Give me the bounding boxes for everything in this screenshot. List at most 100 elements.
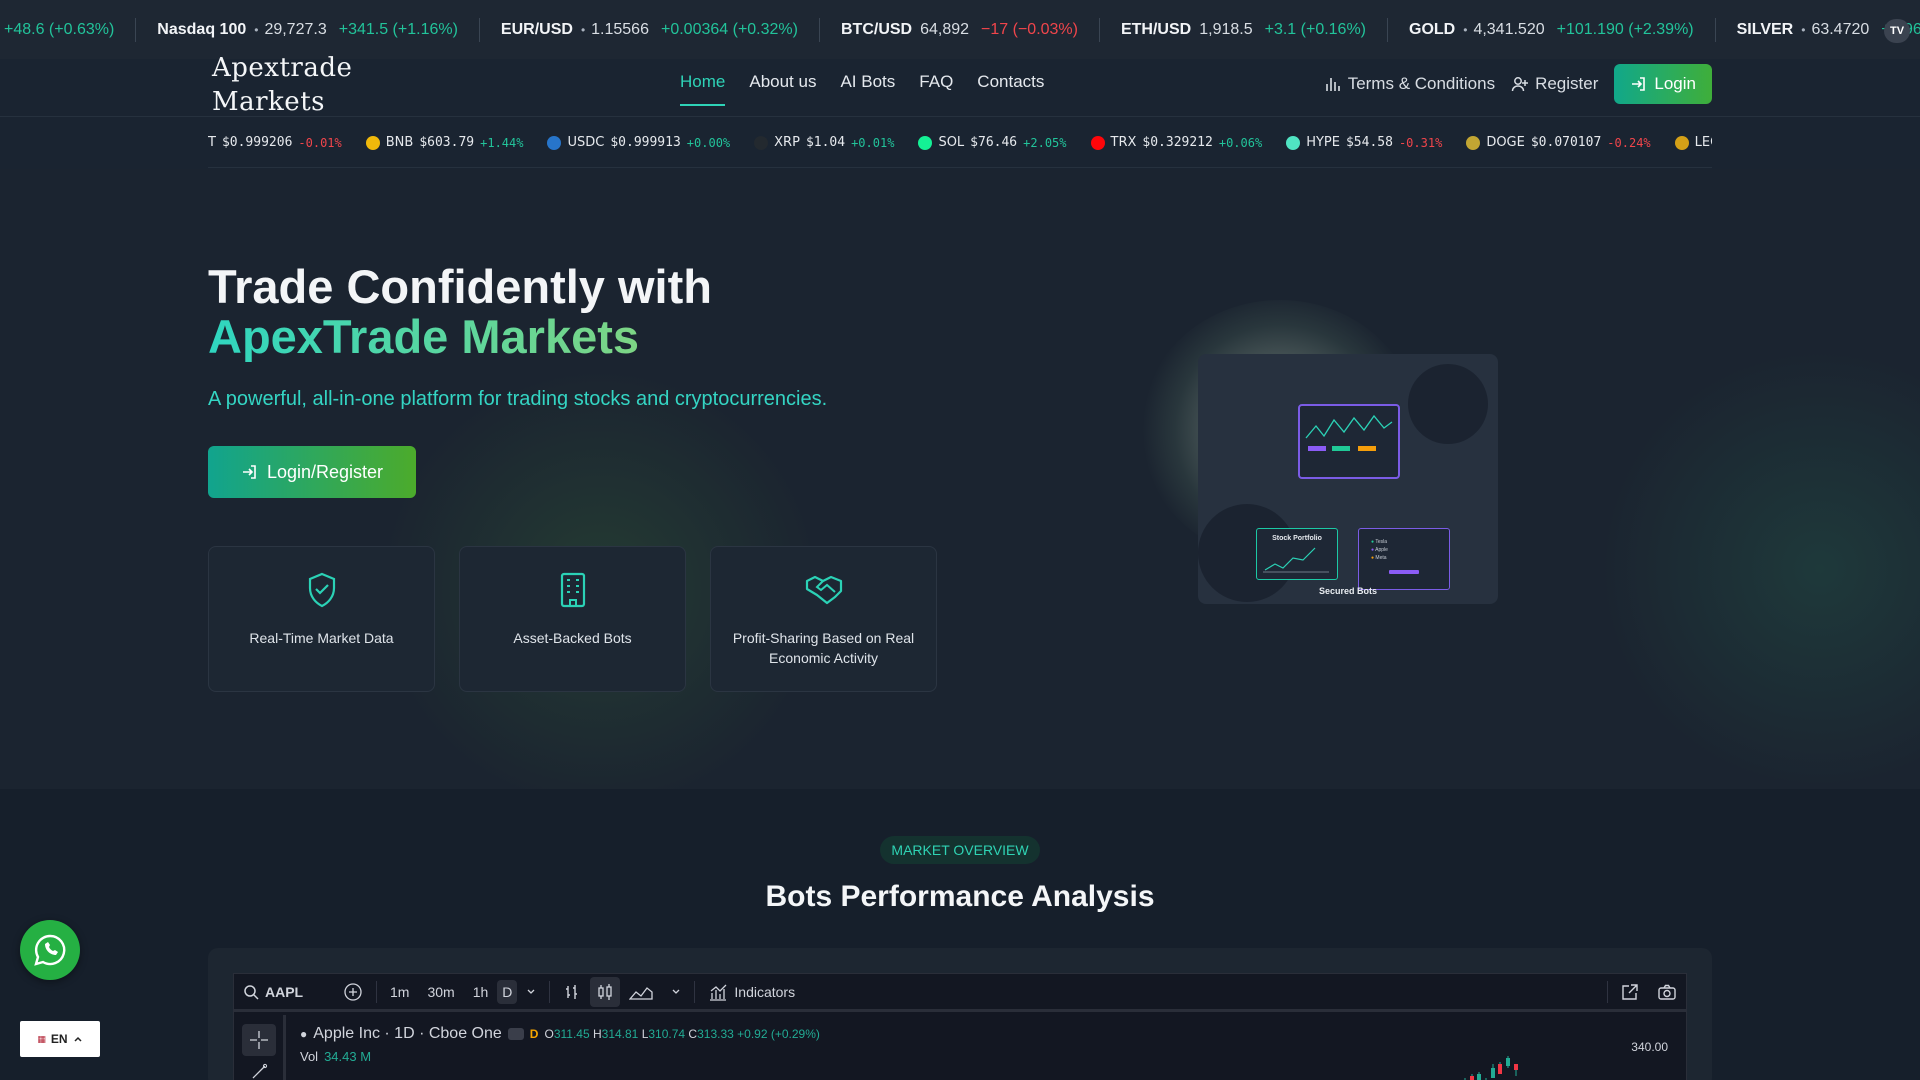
crypto-ticker-item[interactable]: SOL $76.46 +2.05%: [918, 135, 1067, 150]
coin-name: BNB: [385, 135, 414, 150]
legend-title[interactable]: Apple Inc · 1D · Cboe One: [313, 1025, 502, 1043]
ticker-symbol: EUR/USD: [500, 20, 573, 38]
trendline-tool[interactable]: [242, 1062, 276, 1080]
coin-name: HYPE: [1306, 135, 1340, 150]
nav-about-link[interactable]: About us: [749, 72, 816, 106]
coin-name: LEO: [1694, 135, 1712, 150]
login-button[interactable]: Login: [1614, 64, 1712, 104]
price-axis-label: 340.00: [1631, 1040, 1668, 1054]
external-link-icon: [1622, 983, 1638, 1000]
ticker-price: 29,727.3: [264, 20, 327, 38]
nav-contacts-link[interactable]: Contacts: [977, 72, 1044, 106]
interval-dropdown[interactable]: [517, 987, 545, 997]
chevron-down-icon: [527, 989, 535, 994]
login-icon: [242, 465, 256, 479]
ticker-item[interactable]: BTC/USD 64,892 −17 (−0.03%): [820, 17, 1100, 42]
building-icon: [560, 572, 585, 608]
coin-icon: [547, 135, 562, 150]
open-value: 311.45: [553, 1027, 590, 1041]
section-title: Bots Performance Analysis: [765, 880, 1155, 913]
coin-change: +0.01%: [851, 135, 895, 150]
ticker-item[interactable]: Nasdaq 100 • 29,727.3 +341.5 (+1.16%): [136, 17, 480, 42]
crypto-ticker-item[interactable]: TRX $0.329212 +0.06%: [1090, 135, 1262, 150]
list-item: ● Tesla: [1371, 539, 1388, 545]
crosshair-tool[interactable]: [241, 1024, 276, 1056]
ticker-symbol: BTC/USD: [840, 20, 913, 38]
open-external-button[interactable]: [1612, 983, 1648, 1001]
feature-label: Profit-Sharing Based on Real Economic Ac…: [732, 630, 915, 666]
shield-check-icon: [308, 572, 335, 608]
apple-logo-icon: ●: [300, 1027, 308, 1041]
feature-label: Asset-Backed Bots: [513, 630, 632, 646]
close-value: 313.33: [697, 1027, 734, 1041]
ticker-price: 63.4720: [1811, 20, 1870, 38]
site-logo[interactable]: Apextrade Markets: [212, 51, 352, 119]
interval-1h[interactable]: 1h: [464, 984, 498, 1000]
coin-price: $54.58: [1345, 135, 1393, 150]
terms-link[interactable]: Terms & Conditions: [1324, 74, 1495, 94]
ticker-item[interactable]: +48.6 (+0.63%): [0, 17, 137, 42]
main-menu: Home About us AI Bots FAQ Contacts: [680, 72, 1044, 106]
ticker-dot: •: [1463, 22, 1468, 37]
handshake-icon: [805, 575, 842, 605]
chevron-down-icon: [672, 989, 680, 994]
crypto-ticker-item[interactable]: XRP $1.04 +0.01%: [754, 135, 894, 150]
nav-ai-bots-link[interactable]: AI Bots: [840, 72, 895, 106]
ticker-dot: •: [254, 22, 259, 37]
login-icon: [1632, 77, 1646, 91]
indicators-button[interactable]: Indicators: [699, 983, 804, 1001]
coin-icon: [1674, 135, 1689, 150]
toolbar-separator: [1607, 980, 1608, 1003]
ticker-price: 1.15566: [591, 20, 649, 38]
symbol-search[interactable]: AAPL: [234, 984, 334, 1000]
crypto-ticker-item[interactable]: USDC $0.999913 +0.00%: [547, 135, 730, 150]
tradingview-logo-icon[interactable]: TV: [1884, 19, 1910, 43]
crosshair-icon: [249, 1031, 268, 1049]
indicators-label: Indicators: [734, 983, 796, 1000]
crypto-ticker-item[interactable]: HYPE $54.58 -0.31%: [1286, 135, 1442, 150]
coin-change: +0.00%: [686, 135, 731, 150]
symbol-label: AAPL: [265, 983, 304, 1000]
whatsapp-button[interactable]: [20, 920, 80, 980]
bar-replay-button[interactable]: [554, 983, 590, 1001]
crypto-ticker-item[interactable]: DOGE $0.070107 -0.24%: [1466, 135, 1651, 150]
toolbar-separator: [694, 980, 696, 1003]
ticker-symbol: Nasdaq 100: [157, 20, 247, 38]
interval-1m[interactable]: 1m: [381, 984, 418, 1000]
compare-button[interactable]: [334, 982, 372, 1002]
panel-bar: [1389, 570, 1419, 574]
ticker-item[interactable]: ETH/USD 1,918.5 +3.1 (+0.16%): [1100, 17, 1389, 42]
register-link[interactable]: Register: [1511, 74, 1598, 94]
coin-change: -0.31%: [1398, 135, 1443, 150]
snapshot-button[interactable]: [1648, 983, 1686, 1001]
ticker-item[interactable]: GOLD • 4,341.520 +101.190 (+2.39%): [1388, 17, 1716, 42]
coin-icon: [754, 135, 769, 150]
login-label: Login: [1654, 74, 1696, 93]
legend-toggle-icon[interactable]: [507, 1028, 524, 1040]
coin-price: $1.04: [805, 135, 846, 150]
bots-list-panel: ● Tesla ● Apple ● Meta: [1358, 528, 1450, 590]
coin-icon: [918, 135, 933, 150]
coin-icon: [1466, 135, 1481, 150]
crypto-ticker-item[interactable]: LEO: [1674, 135, 1712, 150]
coin-price: $76.46: [970, 135, 1018, 150]
hero-title-brand: ApexTrade Markets: [208, 312, 712, 362]
area-chart-icon: [629, 986, 654, 1000]
language-selector[interactable]: ▦ EN: [20, 1021, 100, 1057]
change-value: +0.92 (+0.29%): [737, 1027, 820, 1041]
chart-type-dropdown[interactable]: [662, 987, 690, 997]
register-label: Register: [1535, 74, 1599, 93]
interval-30m[interactable]: 30m: [418, 984, 463, 1000]
nav-faq-link[interactable]: FAQ: [919, 72, 953, 106]
interval-d[interactable]: D: [497, 979, 518, 1004]
low-value: 310.74: [648, 1027, 686, 1041]
candles-style-button[interactable]: [590, 976, 621, 1007]
crypto-ticker-item[interactable]: BNB $603.79 +1.44%: [365, 135, 523, 150]
area-style-button[interactable]: [620, 983, 662, 1001]
crypto-ticker-item[interactable]: T $0.999206 -0.01%: [208, 135, 342, 150]
ticker-item[interactable]: EUR/USD • 1.15566 +0.00364 (+0.32%): [480, 17, 820, 42]
tradingview-widget[interactable]: AAPL 1m 30m 1h D Indicators ● Apple Inc …: [233, 973, 1687, 1080]
nav-home-link[interactable]: Home: [680, 72, 726, 106]
language-label: EN: [50, 1032, 68, 1046]
login-register-button[interactable]: Login/Register: [208, 446, 416, 498]
